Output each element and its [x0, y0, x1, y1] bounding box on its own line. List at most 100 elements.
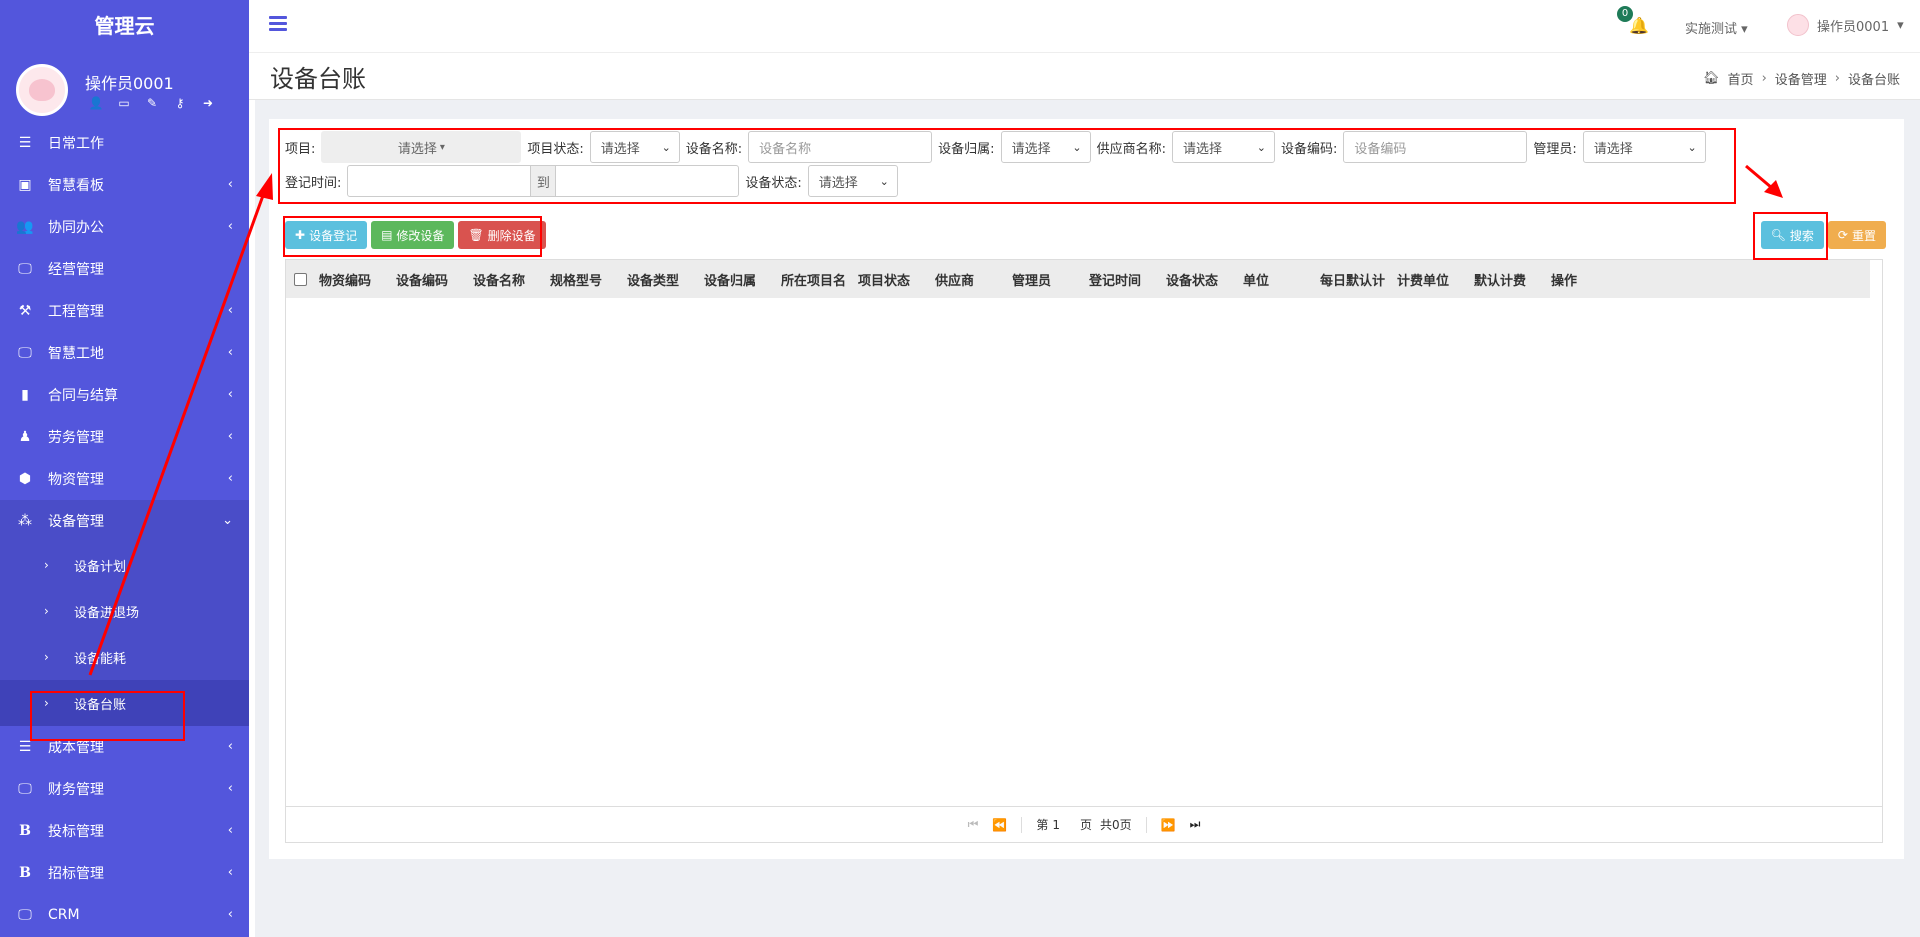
- device-owner-select[interactable]: 请选择 ⌄: [1000, 131, 1091, 163]
- device-name-input[interactable]: 设备名称: [748, 131, 933, 163]
- project-status-select[interactable]: 请选择 ⌄: [589, 131, 680, 163]
- manager-select[interactable]: 请选择 ⌄: [1582, 131, 1706, 163]
- breadcrumb-home[interactable]: 首页: [1728, 69, 1754, 88]
- breadcrumb-separator: ›: [1834, 71, 1840, 86]
- sidebar-item[interactable]: 🖵 财务管理 ‹: [0, 768, 249, 810]
- key-icon[interactable]: ⚷: [172, 96, 188, 110]
- column-header[interactable]: 设备类型: [627, 270, 704, 289]
- column-header[interactable]: 设备状态: [1166, 270, 1243, 289]
- reg-time-end-input[interactable]: [555, 165, 740, 197]
- id-card-icon[interactable]: ▭: [116, 96, 132, 110]
- sign-out-icon[interactable]: ➜: [200, 96, 216, 110]
- column-header[interactable]: 所在项目名: [781, 270, 858, 289]
- hamburger-menu-icon[interactable]: [269, 16, 287, 31]
- sidebar-item-label: 日常工作: [48, 136, 104, 152]
- prev-page-icon[interactable]: ⏪: [992, 818, 1007, 832]
- sidebar-item-label: 招标管理: [48, 866, 104, 882]
- sidebar-item[interactable]: 🖵 CRM ‹: [0, 894, 249, 936]
- avatar[interactable]: [16, 64, 68, 116]
- last-page-icon[interactable]: ⏭: [1190, 817, 1201, 832]
- caret-down-icon: ▾: [439, 141, 445, 153]
- sidebar-item[interactable]: B 投标管理 ‹: [0, 810, 249, 852]
- sidebar-item[interactable]: ⁂ 设备管理 ⌄: [0, 500, 249, 542]
- supplier-select[interactable]: 请选择 ⌄: [1171, 131, 1275, 163]
- caret-down-icon: ▾: [1897, 17, 1904, 33]
- reset-label: 重置: [1851, 228, 1876, 243]
- sidebar-subitem[interactable]: › 设备能耗: [0, 634, 249, 680]
- column-header[interactable]: 默认计费: [1474, 270, 1551, 289]
- sidebar-item[interactable]: 👥 协同办公 ‹: [0, 206, 249, 248]
- sidebar-item[interactable]: ☰ 日常工作: [0, 122, 249, 164]
- edit-icon[interactable]: ✎: [144, 96, 160, 110]
- sidebar-item[interactable]: ⬢ 物资管理 ‹: [0, 458, 249, 500]
- sidebar-item[interactable]: B 招标管理 ‹: [0, 852, 249, 894]
- user-actions: 👤 ▭ ✎ ⚷ ➜: [88, 96, 216, 110]
- register-device-label: 设备登记: [309, 228, 358, 243]
- list-icon: ☰: [18, 739, 32, 755]
- tenant-label: 实施测试: [1685, 22, 1738, 37]
- page-prefix: 第: [1036, 818, 1049, 832]
- page-header: 设备台账 🏠︎ 首页 › 设备管理 › 设备台账: [249, 52, 1920, 100]
- column-header[interactable]: 单位: [1243, 270, 1320, 289]
- chevron-down-icon: ⌄: [1687, 141, 1697, 154]
- tenant-dropdown[interactable]: 实施测试 ▾: [1685, 18, 1748, 37]
- delete-device-button[interactable]: 🗑︎ 删除设备: [458, 221, 546, 249]
- sidebar-item[interactable]: 🖵 经营管理: [0, 248, 249, 290]
- column-header[interactable]: 供应商: [935, 270, 1012, 289]
- chevron-left-icon: ‹: [227, 219, 233, 234]
- column-header[interactable]: 管理员: [1012, 270, 1089, 289]
- column-header[interactable]: 每日默认计: [1320, 270, 1397, 289]
- chevron-down-icon: ⌄: [879, 175, 889, 188]
- project-select-value: 请选择: [397, 141, 437, 157]
- reset-button[interactable]: ⟳ 重置: [1827, 221, 1886, 249]
- content-box: 项目: 请选择 ▾ 项目状态: 请选择 ⌄ 设备名称: 设备名称 设备归属: 请选…: [269, 119, 1904, 859]
- sidebar-subitem-label: 设备计划: [74, 559, 127, 575]
- column-header[interactable]: 物资编码: [319, 270, 396, 289]
- first-page-icon[interactable]: ⏮: [968, 817, 979, 832]
- sidebar-item[interactable]: 🖵 智慧工地 ‹: [0, 332, 249, 374]
- page-number-input[interactable]: 1: [1052, 818, 1060, 832]
- device-status-select[interactable]: 请选择 ⌄: [807, 165, 898, 197]
- user-icon[interactable]: 👤: [88, 96, 104, 110]
- user-dropdown[interactable]: 操作员0001 ▾: [1787, 14, 1904, 36]
- supplier-value: 请选择: [1182, 141, 1222, 157]
- column-header[interactable]: 项目状态: [858, 270, 935, 289]
- column-header[interactable]: 登记时间: [1089, 270, 1166, 289]
- bell-icon[interactable]: 🔔 0: [1617, 6, 1649, 35]
- sidebar-item-label: 智慧看板: [48, 178, 104, 194]
- reg-time-start-input[interactable]: [347, 165, 532, 197]
- register-device-button[interactable]: ✚ 设备登记: [285, 221, 368, 249]
- sidebar-item[interactable]: ♟ 劳务管理 ‹: [0, 416, 249, 458]
- edit-device-button[interactable]: ▤ 修改设备: [371, 221, 455, 249]
- manager-value: 请选择: [1593, 141, 1633, 157]
- filter-form: 项目: 请选择 ▾ 项目状态: 请选择 ⌄ 设备名称: 设备名称 设备归属: 请选…: [279, 129, 1739, 198]
- sidebar-subitem[interactable]: › 设备计划: [0, 542, 249, 588]
- sidebar-subitem[interactable]: › 设备进退场: [0, 588, 249, 634]
- column-header[interactable]: 操作: [1551, 270, 1628, 289]
- sidebar-item[interactable]: ▮ 合同与结算 ‹: [0, 374, 249, 416]
- sidebar-item[interactable]: ⚒ 工程管理 ‹: [0, 290, 249, 332]
- bold-b-icon: B: [19, 823, 31, 839]
- column-header[interactable]: 规格型号: [550, 270, 627, 289]
- cube-icon: ⬢: [18, 471, 32, 487]
- select-all-checkbox[interactable]: [294, 272, 307, 286]
- search-label: 搜索: [1789, 228, 1814, 243]
- sidebar-subitem-label: 设备台账: [74, 697, 127, 713]
- column-header[interactable]: 设备归属: [704, 270, 781, 289]
- project-select[interactable]: 请选择 ▾: [321, 131, 522, 163]
- column-header[interactable]: 设备名称: [473, 270, 550, 289]
- sidebar-item[interactable]: ▣ 智慧看板 ‹: [0, 164, 249, 206]
- next-page-icon[interactable]: ⏩: [1161, 818, 1176, 832]
- sidebar-item-label: 财务管理: [48, 782, 104, 798]
- breadcrumb-separator: ›: [1761, 71, 1767, 86]
- sidebar-subitem[interactable]: › 设备台账: [0, 680, 249, 726]
- search-button[interactable]: 🔍︎ 搜索: [1760, 221, 1824, 249]
- device-status-value: 请选择: [818, 175, 858, 191]
- device-code-input[interactable]: 设备编码: [1343, 131, 1528, 163]
- date-range-separator: 到: [531, 165, 556, 197]
- device-code-label: 设备编码:: [1280, 141, 1338, 157]
- column-header[interactable]: 设备编码: [396, 270, 473, 289]
- column-header[interactable]: 计费单位: [1397, 270, 1474, 289]
- breadcrumb-device-management[interactable]: 设备管理: [1775, 69, 1827, 88]
- sidebar-item[interactable]: ☰ 成本管理 ‹: [0, 726, 249, 768]
